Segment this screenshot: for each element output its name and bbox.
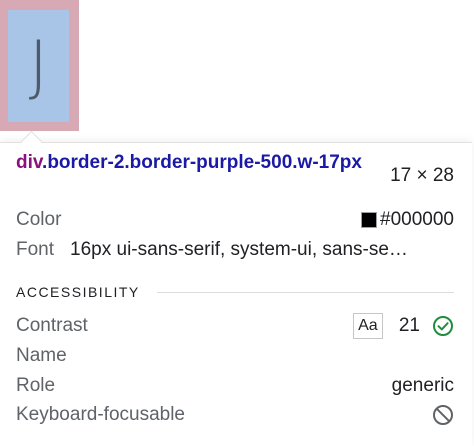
keyboard-focusable-label: Keyboard-focusable bbox=[16, 404, 185, 425]
contrast-row: Contrast Aa 21 bbox=[16, 313, 454, 339]
color-swatch-icon bbox=[361, 212, 378, 228]
contrast-ratio: 21 bbox=[398, 315, 420, 336]
element-highlight-content: J bbox=[8, 10, 69, 122]
color-row: Color #000000 bbox=[16, 208, 454, 232]
selector-classes: .border-2.border-purple-500.w-17px bbox=[42, 152, 362, 173]
section-divider bbox=[157, 292, 454, 293]
no-entry-icon bbox=[432, 404, 454, 426]
color-hex: #000000 bbox=[380, 209, 454, 230]
keyboard-focusable-row: Keyboard-focusable bbox=[16, 403, 454, 427]
keyboard-focusable-value bbox=[432, 404, 454, 426]
element-selector: div.border-2.border-purple-500.w-17px bbox=[16, 152, 376, 174]
accessibility-header: ACCESSIBILITY bbox=[16, 284, 140, 300]
font-label: Font bbox=[16, 239, 55, 260]
name-row: Name bbox=[16, 344, 454, 368]
name-label: Name bbox=[16, 345, 67, 366]
contrast-label: Contrast bbox=[16, 315, 88, 336]
role-value: generic bbox=[391, 375, 454, 396]
font-row: Font 16px ui-sans-serif, system-ui, sans… bbox=[16, 238, 454, 262]
color-value: #000000 bbox=[361, 209, 454, 231]
contrast-sample: Aa bbox=[352, 313, 383, 339]
contrast-value: Aa 21 bbox=[352, 313, 454, 339]
element-dimensions: 17 × 28 bbox=[390, 165, 454, 186]
element-preview-text: J bbox=[28, 27, 49, 104]
role-row: Role generic bbox=[16, 374, 454, 398]
element-highlight-margin: J bbox=[0, 0, 79, 131]
color-label: Color bbox=[16, 209, 62, 230]
role-label: Role bbox=[16, 375, 56, 396]
check-circle-icon bbox=[432, 315, 454, 337]
selector-tag: div bbox=[16, 152, 43, 173]
font-value: 16px ui-sans-serif, system-ui, sans-se… bbox=[70, 239, 408, 260]
